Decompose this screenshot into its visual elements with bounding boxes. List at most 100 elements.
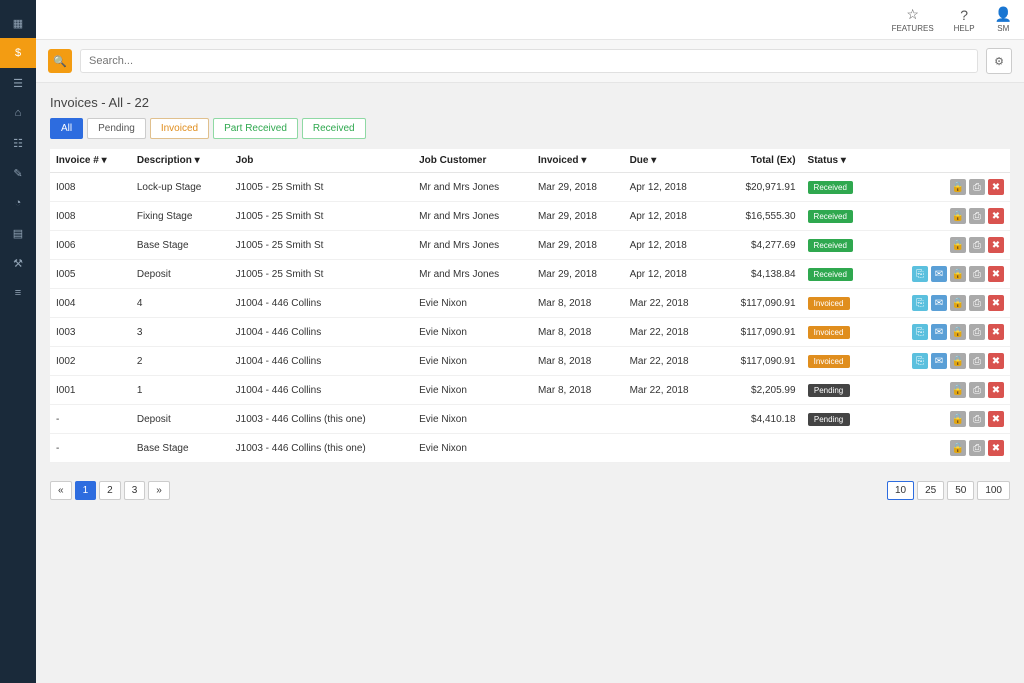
cell-customer[interactable]: Mr and Mrs Jones — [413, 260, 532, 289]
cell-invoice-no[interactable]: I002 — [50, 347, 131, 376]
delete-icon[interactable]: ✖ — [988, 411, 1004, 427]
cell-customer[interactable]: Mr and Mrs Jones — [413, 173, 532, 202]
lock-icon[interactable]: 🔒 — [950, 324, 966, 340]
filter-all[interactable]: All — [50, 118, 83, 139]
nav-jobs-icon[interactable]: ⌂ — [0, 98, 36, 128]
cell-job[interactable]: J1003 - 446 Collins (this one) — [230, 434, 413, 463]
cell-description[interactable]: 2 — [131, 347, 230, 376]
col-job[interactable]: Job — [230, 149, 413, 173]
cell-job[interactable]: J1004 - 446 Collins — [230, 376, 413, 405]
help-link[interactable]: ? HELP — [954, 7, 975, 33]
print-icon[interactable]: ⎙ — [969, 237, 985, 253]
print-icon[interactable]: ⎙ — [969, 266, 985, 282]
cell-invoice-no[interactable]: I004 — [50, 289, 131, 318]
nav-dashboard-icon[interactable]: ▦ — [0, 8, 36, 38]
cell-invoice-no[interactable]: I003 — [50, 318, 131, 347]
print-icon[interactable]: ⎙ — [969, 440, 985, 456]
sync-icon[interactable]: ⎘ — [912, 324, 928, 340]
delete-icon[interactable]: ✖ — [988, 266, 1004, 282]
page-button[interactable]: « — [50, 481, 72, 500]
delete-icon[interactable]: ✖ — [988, 295, 1004, 311]
lock-icon[interactable]: 🔒 — [950, 208, 966, 224]
print-icon[interactable]: ⎙ — [969, 382, 985, 398]
lock-icon[interactable]: 🔒 — [950, 237, 966, 253]
filter-pending[interactable]: Pending — [87, 118, 146, 139]
print-icon[interactable]: ⎙ — [969, 295, 985, 311]
lock-icon[interactable]: 🔒 — [950, 179, 966, 195]
cell-invoice-no[interactable]: I008 — [50, 202, 131, 231]
cell-customer[interactable]: Evie Nixon — [413, 347, 532, 376]
cell-invoice-no[interactable]: - — [50, 405, 131, 434]
cell-invoice-no[interactable]: I001 — [50, 376, 131, 405]
col-total[interactable]: Total (Ex) — [715, 149, 801, 173]
send-icon[interactable]: ✉ — [931, 266, 947, 282]
cell-customer[interactable]: Mr and Mrs Jones — [413, 202, 532, 231]
nav-settings-icon[interactable]: ≡ — [0, 278, 36, 308]
lock-icon[interactable]: 🔒 — [950, 382, 966, 398]
cell-customer[interactable]: Evie Nixon — [413, 318, 532, 347]
user-menu[interactable]: 👤 SM — [995, 6, 1012, 33]
cell-description[interactable]: Base Stage — [131, 434, 230, 463]
page-button[interactable]: » — [148, 481, 170, 500]
lock-icon[interactable]: 🔒 — [950, 440, 966, 456]
delete-icon[interactable]: ✖ — [988, 179, 1004, 195]
settings-button[interactable]: ⚙ — [986, 48, 1012, 74]
sync-icon[interactable]: ⎘ — [912, 353, 928, 369]
cell-customer[interactable]: Evie Nixon — [413, 434, 532, 463]
cell-description[interactable]: Deposit — [131, 405, 230, 434]
cell-description[interactable]: Base Stage — [131, 231, 230, 260]
filter-part-received[interactable]: Part Received — [213, 118, 298, 139]
cell-description[interactable]: 4 — [131, 289, 230, 318]
page-button[interactable]: 3 — [124, 481, 146, 500]
print-icon[interactable]: ⎙ — [969, 324, 985, 340]
nav-reports-icon[interactable]: ◔ — [0, 188, 36, 218]
nav-calendar-icon[interactable]: ☷ — [0, 128, 36, 158]
lock-icon[interactable]: 🔒 — [950, 411, 966, 427]
send-icon[interactable]: ✉ — [931, 353, 947, 369]
col-status[interactable]: Status ▾ — [802, 149, 876, 173]
delete-icon[interactable]: ✖ — [988, 237, 1004, 253]
cell-job[interactable]: J1005 - 25 Smith St — [230, 231, 413, 260]
lock-icon[interactable]: 🔒 — [950, 266, 966, 282]
col-invoiced[interactable]: Invoiced ▾ — [532, 149, 624, 173]
print-icon[interactable]: ⎙ — [969, 208, 985, 224]
delete-icon[interactable]: ✖ — [988, 440, 1004, 456]
delete-icon[interactable]: ✖ — [988, 324, 1004, 340]
col-invoice-no[interactable]: Invoice # ▾ — [50, 149, 131, 173]
print-icon[interactable]: ⎙ — [969, 411, 985, 427]
features-link[interactable]: ☆ FEATURES — [892, 6, 934, 33]
col-description[interactable]: Description ▾ — [131, 149, 230, 173]
cell-description[interactable]: Deposit — [131, 260, 230, 289]
cell-job[interactable]: J1003 - 446 Collins (this one) — [230, 405, 413, 434]
cell-customer[interactable]: Evie Nixon — [413, 405, 532, 434]
cell-customer[interactable]: Evie Nixon — [413, 376, 532, 405]
nav-tools-icon[interactable]: ⚒ — [0, 248, 36, 278]
filter-received[interactable]: Received — [302, 118, 366, 139]
cell-job[interactable]: J1005 - 25 Smith St — [230, 202, 413, 231]
cell-customer[interactable]: Evie Nixon — [413, 289, 532, 318]
cell-description[interactable]: 3 — [131, 318, 230, 347]
page-size-button[interactable]: 10 — [887, 481, 914, 500]
cell-invoice-no[interactable]: I005 — [50, 260, 131, 289]
page-button[interactable]: 1 — [75, 481, 97, 500]
cell-description[interactable]: Fixing Stage — [131, 202, 230, 231]
delete-icon[interactable]: ✖ — [988, 353, 1004, 369]
sync-icon[interactable]: ⎘ — [912, 266, 928, 282]
cell-invoice-no[interactable]: - — [50, 434, 131, 463]
cell-invoice-no[interactable]: I008 — [50, 173, 131, 202]
print-icon[interactable]: ⎙ — [969, 179, 985, 195]
delete-icon[interactable]: ✖ — [988, 208, 1004, 224]
cell-invoice-no[interactable]: I006 — [50, 231, 131, 260]
page-button[interactable]: 2 — [99, 481, 121, 500]
page-size-button[interactable]: 25 — [917, 481, 944, 500]
col-due[interactable]: Due ▾ — [624, 149, 716, 173]
send-icon[interactable]: ✉ — [931, 324, 947, 340]
page-size-button[interactable]: 100 — [977, 481, 1010, 500]
cell-job[interactable]: J1004 - 446 Collins — [230, 318, 413, 347]
nav-docs-icon[interactable]: ✎ — [0, 158, 36, 188]
search-button[interactable]: 🔍 — [48, 49, 72, 73]
nav-customers-icon[interactable]: ☰ — [0, 68, 36, 98]
cell-customer[interactable]: Mr and Mrs Jones — [413, 231, 532, 260]
cell-job[interactable]: J1005 - 25 Smith St — [230, 260, 413, 289]
col-customer[interactable]: Job Customer — [413, 149, 532, 173]
